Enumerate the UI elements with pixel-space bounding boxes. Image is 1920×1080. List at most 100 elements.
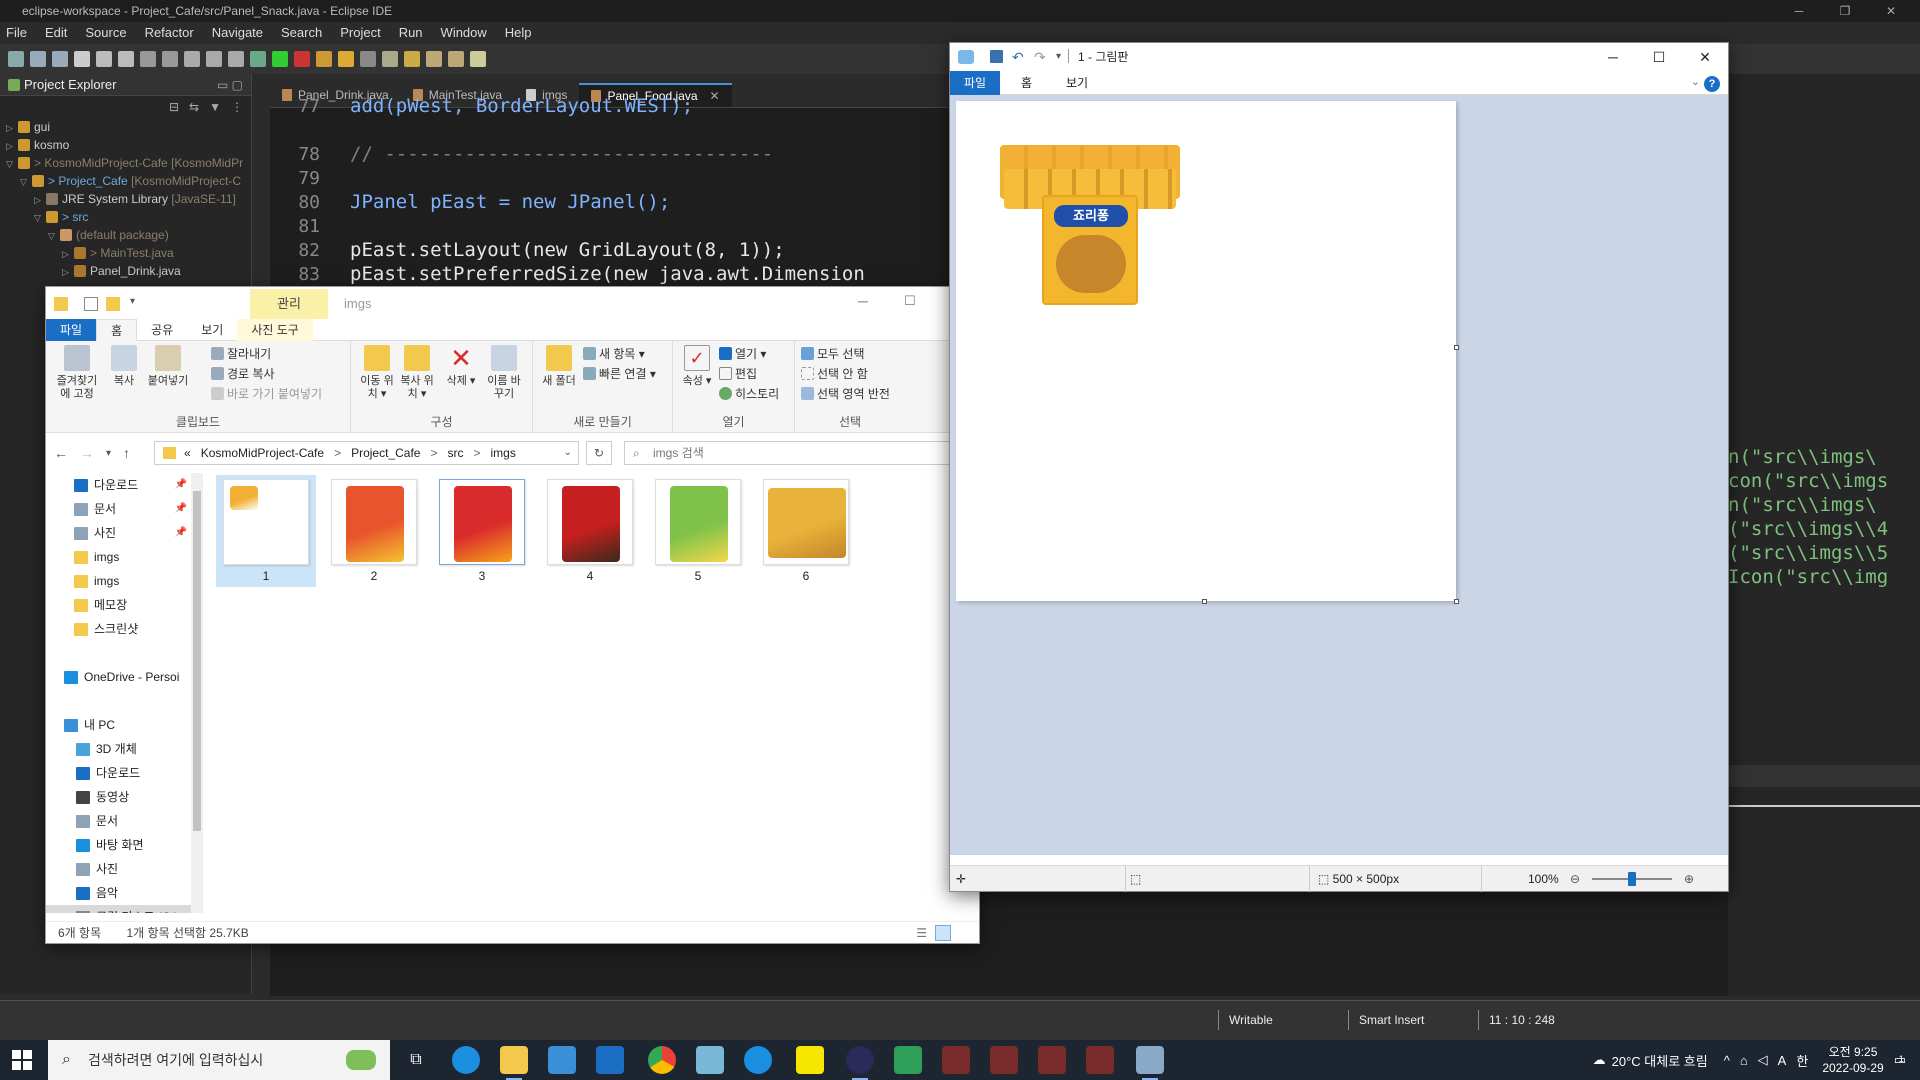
file-item[interactable]: 5: [648, 475, 748, 587]
tree-item-maintest[interactable]: ▷ > MainTest.java: [6, 244, 251, 262]
zoom-in-icon[interactable]: ⊕: [1684, 866, 1694, 892]
run-icon[interactable]: [272, 51, 288, 67]
print-icon[interactable]: [74, 51, 90, 67]
save-icon[interactable]: [30, 51, 46, 67]
address-bar[interactable]: « KosmoMidProject-Cafe > Project_Cafe > …: [154, 441, 579, 465]
breadcrumb-kosmo-mid-project[interactable]: KosmoMidProject-Cafe: [201, 442, 324, 464]
new-class-icon[interactable]: [338, 51, 354, 67]
copy-path-button[interactable]: 경로 복사: [211, 365, 275, 383]
menu-file[interactable]: File: [6, 25, 27, 40]
open-type-icon[interactable]: [360, 51, 376, 67]
nav-item[interactable]: 동영상: [46, 785, 191, 809]
file-item[interactable]: 6: [756, 475, 856, 587]
large-icons-view-icon[interactable]: [935, 925, 951, 941]
save-all-icon[interactable]: [52, 51, 68, 67]
tree-item-src[interactable]: ▽ > src: [6, 208, 251, 226]
ime-icon[interactable]: A: [1778, 1053, 1787, 1068]
step-into-icon[interactable]: [184, 51, 200, 67]
minimize-button[interactable]: ─: [1590, 43, 1636, 71]
paint-taskbar-icon[interactable]: [1136, 1046, 1164, 1080]
nav-item[interactable]: 메모장: [46, 593, 191, 617]
nav-item[interactable]: 사진 📌: [46, 521, 191, 545]
easy-access-button[interactable]: 빠른 연결 ▾: [583, 365, 656, 383]
search-icon[interactable]: [382, 51, 398, 67]
manage-contextual-tab[interactable]: 관리: [250, 289, 328, 319]
select-all-button[interactable]: 모두 선택: [801, 345, 865, 363]
help-icon[interactable]: ?: [1704, 76, 1720, 92]
notification-icon[interactable]: ▭ 1: [1894, 1052, 1906, 1068]
ime-korean-icon[interactable]: 한: [1796, 1051, 1808, 1070]
filter-icon[interactable]: ▼: [209, 100, 221, 114]
nav-item[interactable]: 내 PC: [46, 713, 191, 737]
refresh-button[interactable]: ↻: [586, 441, 612, 465]
suspend-icon[interactable]: [118, 51, 134, 67]
store-icon[interactable]: [548, 1046, 576, 1074]
tab-home[interactable]: 홈: [1007, 71, 1046, 95]
disconnect-icon[interactable]: [162, 51, 178, 67]
edit-button[interactable]: 편집: [719, 365, 757, 383]
breadcrumb-separator[interactable]: >: [430, 442, 437, 464]
app-icon[interactable]: [894, 1046, 922, 1074]
menu-help[interactable]: Help: [505, 25, 532, 40]
minimize-view-icon[interactable]: ▭ ▢: [217, 78, 243, 92]
volume-icon[interactable]: ◁: [1758, 1052, 1768, 1068]
clock[interactable]: 오전 9:25 2022-09-29: [1822, 1044, 1883, 1076]
resize-handle-right[interactable]: [1454, 345, 1459, 350]
tab-view[interactable]: 보기: [187, 319, 237, 341]
back-icon[interactable]: [426, 51, 442, 67]
nav-item[interactable]: OneDrive - Persoi: [46, 665, 191, 689]
new-folder-icon[interactable]: [106, 297, 120, 311]
link-editor-icon[interactable]: ⇆: [189, 100, 199, 114]
search-input[interactable]: ⌕ imgs 검색: [624, 441, 979, 465]
nav-item[interactable]: imgs: [46, 545, 191, 569]
chevron-down-icon[interactable]: ⌄: [564, 442, 572, 464]
chevron-down-icon[interactable]: ▾: [130, 296, 135, 307]
nav-item[interactable]: 로컬 디스크 (C:): [46, 905, 191, 913]
java-app-icon[interactable]: [942, 1046, 970, 1074]
open-button[interactable]: 열기 ▾: [719, 345, 766, 363]
copy-to-button[interactable]: 복사 위치 ▾: [399, 345, 435, 401]
menu-navigate[interactable]: Navigate: [212, 25, 263, 40]
breadcrumb-src[interactable]: src: [447, 442, 463, 464]
breadcrumb-imgs[interactable]: imgs: [490, 442, 515, 464]
tab-file[interactable]: 파일: [46, 319, 97, 341]
step-over-icon[interactable]: [206, 51, 222, 67]
breadcrumb-separator[interactable]: >: [473, 442, 480, 464]
new-folder-button[interactable]: 새 폴더: [541, 345, 577, 388]
view-menu-icon[interactable]: ⋮: [231, 100, 243, 114]
nav-item[interactable]: 문서: [46, 809, 191, 833]
nav-item[interactable]: imgs: [46, 569, 191, 593]
tab-view[interactable]: 보기: [1052, 71, 1102, 95]
maximize-button[interactable]: ☐: [1636, 43, 1682, 71]
external-tools-icon[interactable]: [294, 51, 310, 67]
menu-project[interactable]: Project: [340, 25, 380, 40]
address-overflow[interactable]: «: [184, 442, 191, 464]
nav-item[interactable]: 사진: [46, 857, 191, 881]
tree-item-gui[interactable]: ▷ gui: [6, 118, 251, 136]
move-to-button[interactable]: 이동 위치 ▾: [359, 345, 395, 401]
resize-handle-corner[interactable]: [1454, 599, 1459, 604]
tree-item-kosmo-mid-project[interactable]: ▽ > KosmoMidProject-Cafe [KosmoMidPr: [6, 154, 251, 172]
tab-file[interactable]: 파일: [950, 71, 1001, 95]
nav-item[interactable]: 3D 개체: [46, 737, 191, 761]
resume-icon[interactable]: [96, 51, 112, 67]
taskbar-search-input[interactable]: ⌕ 검색하려면 여기에 입력하십시: [48, 1040, 390, 1080]
kakaotalk-icon[interactable]: [796, 1046, 824, 1074]
paste-shortcut-button[interactable]: 바로 가기 붙여넣기: [211, 385, 322, 403]
nav-item[interactable]: 문서 📌: [46, 497, 191, 521]
tree-item-project-cafe[interactable]: ▽ > Project_Cafe [KosmoMidProject-C: [6, 172, 251, 190]
menu-edit[interactable]: Edit: [45, 25, 67, 40]
tree-item-default-package[interactable]: ▽ (default package): [6, 226, 251, 244]
annotation-icon[interactable]: [404, 51, 420, 67]
menu-source[interactable]: Source: [85, 25, 126, 40]
file-item[interactable]: 3: [432, 475, 532, 587]
breadcrumb-project-cafe[interactable]: Project_Cafe: [351, 442, 420, 464]
nav-item[interactable]: 스크린샷: [46, 617, 191, 641]
new-item-button[interactable]: 새 항목 ▾: [583, 345, 645, 363]
new-icon[interactable]: [8, 51, 24, 67]
restore-button[interactable]: ❐: [1822, 0, 1868, 22]
start-button[interactable]: [12, 1050, 32, 1070]
last-edit-icon[interactable]: [470, 51, 486, 67]
network-icon[interactable]: ⌂: [1740, 1053, 1748, 1068]
zoom-slider-thumb[interactable]: [1628, 872, 1636, 886]
